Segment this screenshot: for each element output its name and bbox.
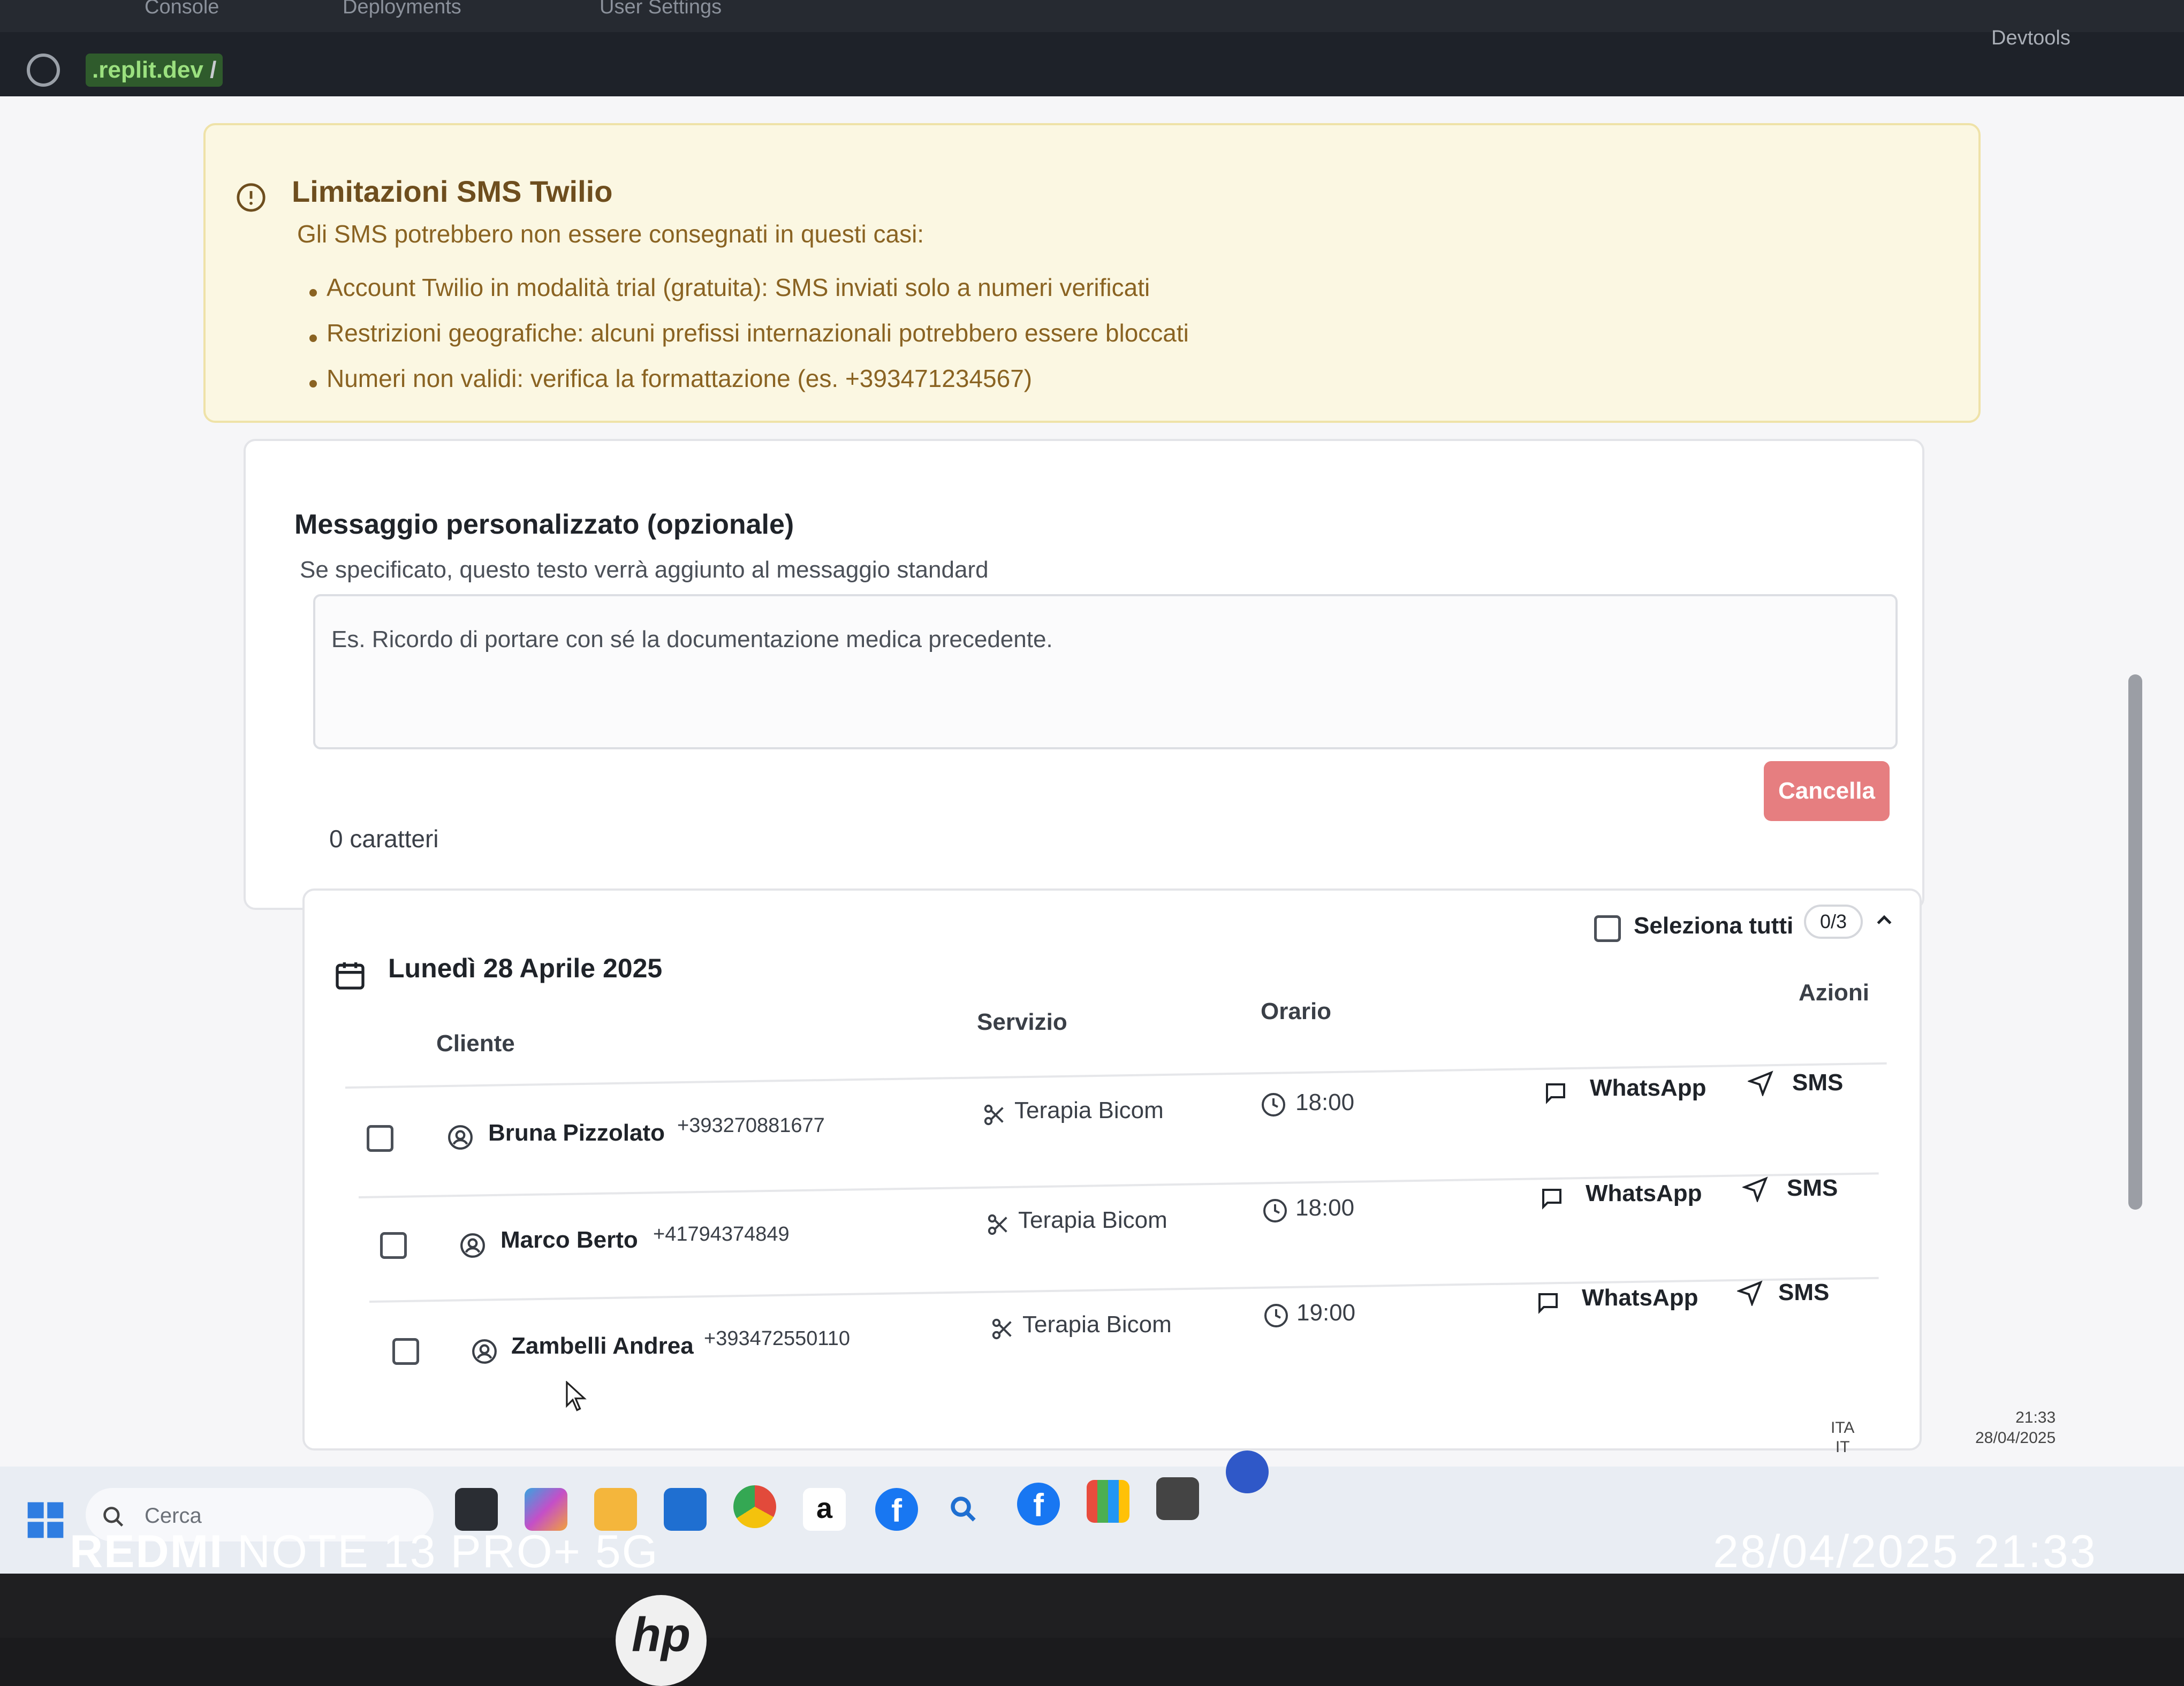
tab-deployments[interactable]: Deployments: [343, 0, 461, 19]
select-all-checkbox[interactable]: [1594, 915, 1621, 942]
row-checkbox[interactable]: [380, 1232, 407, 1259]
url-domain-text: .replit.dev: [92, 57, 203, 83]
scrollbar-thumb[interactable]: [2128, 674, 2142, 1210]
warning-title: Limitazioni SMS Twilio: [292, 174, 613, 208]
scissors-icon: [984, 1104, 1004, 1126]
url-domain[interactable]: .replit.dev /: [86, 54, 223, 87]
appointment-time: 18:00: [1295, 1195, 1355, 1221]
character-count: 0 caratteri: [329, 825, 439, 853]
chrome-icon[interactable]: [733, 1485, 776, 1528]
start-icon[interactable]: [24, 1499, 67, 1541]
tab-user-settings[interactable]: User Settings: [600, 0, 722, 19]
info-circle-icon: [237, 183, 266, 212]
mouse-cursor-icon: [566, 1381, 587, 1411]
whatsapp-button[interactable]: WhatsApp: [1582, 1285, 1698, 1311]
file-explorer-icon[interactable]: [594, 1488, 637, 1531]
warning-item-trial: Account Twilio in modalità trial (gratui…: [327, 274, 1150, 301]
chevron-up-icon[interactable]: [1874, 910, 1895, 931]
appointment-time: 19:00: [1296, 1300, 1356, 1326]
selected-count-badge: 0/3: [1804, 905, 1863, 939]
message-square-icon[interactable]: [1543, 1080, 1568, 1106]
client-phone: +393270881677: [677, 1114, 825, 1137]
app-icon[interactable]: [1226, 1450, 1269, 1493]
facebook-icon[interactable]: f: [875, 1488, 918, 1531]
service-name: Terapia Bicom: [1022, 1311, 1172, 1338]
user-circle-icon: [472, 1339, 497, 1364]
client-name: Marco Berto: [500, 1227, 638, 1253]
clock-date: 28/04/2025: [1975, 1429, 2056, 1447]
column-header-client: Cliente: [436, 1030, 515, 1057]
client-name: Zambelli Andrea: [511, 1333, 694, 1359]
client-phone: +41794374849: [653, 1223, 790, 1245]
client-name: Bruna Pizzolato: [488, 1120, 665, 1146]
search-icon[interactable]: [947, 1493, 980, 1525]
warning-subtitle: Gli SMS potrebbero non essere consegnati…: [297, 220, 924, 248]
row-checkbox[interactable]: [367, 1125, 393, 1152]
camera-model: NOTE 13 PRO+ 5G: [237, 1526, 659, 1577]
clock-icon: [1263, 1199, 1287, 1222]
media-icon[interactable]: [1156, 1477, 1199, 1520]
hp-logo: hp: [616, 1595, 707, 1686]
language-indicator[interactable]: ITA IT: [1831, 1418, 1854, 1457]
day-title: Lunedì 28 Aprile 2025: [388, 953, 663, 983]
warning-item-geo: Restrizioni geografiche: alcuni prefissi…: [327, 319, 1189, 347]
copilot-icon[interactable]: [525, 1488, 567, 1531]
bullet: [309, 289, 317, 297]
store-icon[interactable]: [1087, 1480, 1129, 1523]
language-primary: ITA: [1831, 1419, 1855, 1437]
whatsapp-button[interactable]: WhatsApp: [1590, 1075, 1707, 1102]
whatsapp-button[interactable]: WhatsApp: [1586, 1180, 1702, 1207]
url-path-text: /: [210, 57, 217, 83]
custom-message-textarea[interactable]: [313, 594, 1898, 749]
browser-tab-bar: [0, 0, 2184, 32]
calendar-icon: [336, 962, 365, 990]
tab-console[interactable]: Console: [145, 0, 219, 19]
warning-item-invalid: Numeri non validi: verifica la formattaz…: [327, 364, 1033, 392]
client-phone: +393472550110: [704, 1327, 850, 1350]
facebook-icon[interactable]: f: [1017, 1483, 1060, 1525]
system-clock[interactable]: 21:33 28/04/2025: [1975, 1408, 2056, 1448]
sms-button[interactable]: SMS: [1787, 1175, 1838, 1202]
appointment-time: 18:00: [1295, 1089, 1355, 1115]
message-square-icon[interactable]: [1539, 1186, 1565, 1211]
cancel-button[interactable]: Cancella: [1764, 761, 1890, 821]
camera-watermark-datetime: 28/04/2025 21:33: [1713, 1526, 2097, 1577]
scissors-icon: [988, 1214, 1007, 1235]
clock-icon: [1262, 1093, 1285, 1117]
message-square-icon[interactable]: [1535, 1290, 1561, 1316]
clock-icon: [1264, 1304, 1288, 1327]
column-header-service: Servizio: [977, 1009, 1067, 1035]
row-checkbox[interactable]: [392, 1338, 419, 1365]
amazon-icon[interactable]: a: [803, 1488, 846, 1531]
scissors-icon: [992, 1318, 1012, 1340]
devtools-button[interactable]: Devtools: [1991, 27, 2071, 50]
column-header-actions: Azioni: [1799, 979, 1869, 1006]
send-icon[interactable]: [1742, 1176, 1768, 1202]
send-icon[interactable]: [1748, 1070, 1773, 1096]
sms-button[interactable]: SMS: [1792, 1069, 1843, 1096]
task-view-icon[interactable]: [455, 1488, 498, 1531]
laptop-bezel: [0, 1574, 2184, 1638]
user-circle-icon: [460, 1233, 485, 1258]
bullet: [309, 335, 317, 342]
service-name: Terapia Bicom: [1018, 1207, 1167, 1233]
custom-message-subtitle: Se specificato, questo testo verrà aggiu…: [300, 557, 989, 583]
select-all-label[interactable]: Seleziona tutti: [1634, 913, 1793, 939]
send-icon[interactable]: [1737, 1280, 1763, 1306]
clock-time: 21:33: [2015, 1409, 2056, 1426]
camera-watermark-model: REDMI NOTE 13 PRO+ 5G: [70, 1525, 659, 1578]
outlook-icon[interactable]: [664, 1488, 707, 1531]
address-bar[interactable]: [0, 32, 2184, 96]
language-secondary: IT: [1835, 1438, 1850, 1456]
taskbar-search-placeholder: Cerca: [145, 1504, 202, 1528]
bullet: [309, 380, 317, 388]
camera-brand: REDMI: [70, 1526, 224, 1577]
reload-icon[interactable]: [27, 54, 60, 87]
custom-message-title: Messaggio personalizzato (opzionale): [294, 509, 794, 540]
service-name: Terapia Bicom: [1014, 1097, 1164, 1123]
user-circle-icon: [448, 1125, 473, 1150]
sms-button[interactable]: SMS: [1778, 1279, 1829, 1306]
column-header-time: Orario: [1261, 998, 1332, 1024]
